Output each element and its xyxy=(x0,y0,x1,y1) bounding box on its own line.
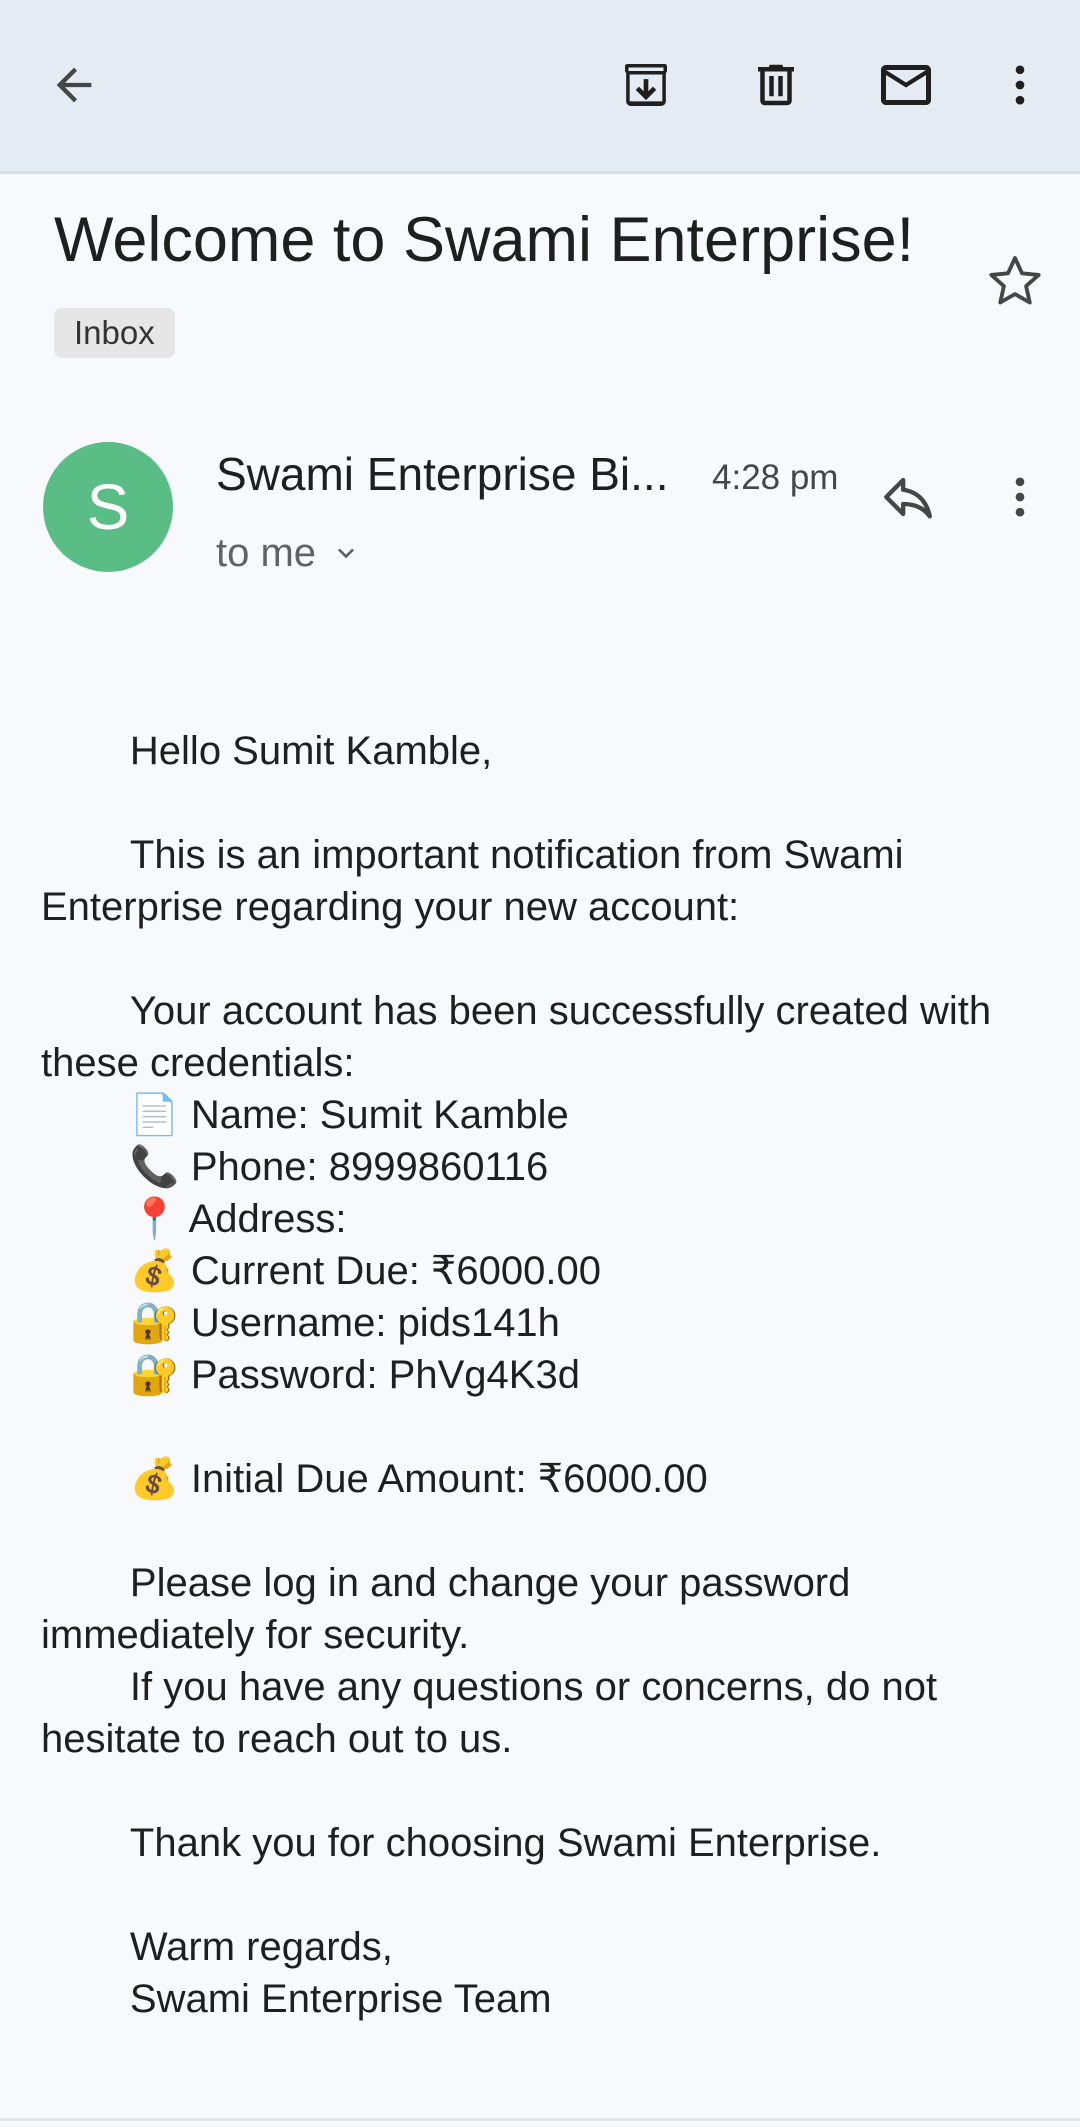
back-button[interactable] xyxy=(26,37,122,133)
trash-icon xyxy=(758,64,794,106)
delete-button[interactable] xyxy=(728,37,824,133)
reply-button[interactable] xyxy=(860,449,956,545)
message-more-button[interactable] xyxy=(972,449,1068,545)
email-subject: Welcome to Swami Enterprise! xyxy=(54,205,915,275)
star-button[interactable] xyxy=(970,236,1060,326)
archive-icon xyxy=(625,64,667,106)
star-outline-icon xyxy=(989,256,1041,305)
more-vert-icon xyxy=(1015,65,1025,105)
divider xyxy=(0,2118,1080,2121)
chevron-down-icon xyxy=(338,548,355,559)
sender-name[interactable]: Swami Enterprise Bi... xyxy=(216,446,696,502)
email-body: Hello Sumit Kamble, This is an important… xyxy=(41,729,992,2021)
recipient-label: to me xyxy=(216,530,317,575)
more-vert-icon xyxy=(1015,477,1025,517)
archive-button[interactable] xyxy=(598,37,694,133)
reply-icon xyxy=(884,477,932,519)
email-time: 4:28 pm xyxy=(712,458,839,497)
arrow-back-icon xyxy=(56,67,92,103)
recipient-details-toggle[interactable]: to me xyxy=(216,525,362,581)
label-chip-inbox[interactable]: Inbox xyxy=(54,308,175,358)
mail-icon xyxy=(881,65,931,105)
mark-unread-button[interactable] xyxy=(858,37,954,133)
top-app-bar xyxy=(0,0,1080,174)
sender-avatar[interactable]: S xyxy=(43,442,173,572)
more-options-button[interactable] xyxy=(972,37,1068,133)
